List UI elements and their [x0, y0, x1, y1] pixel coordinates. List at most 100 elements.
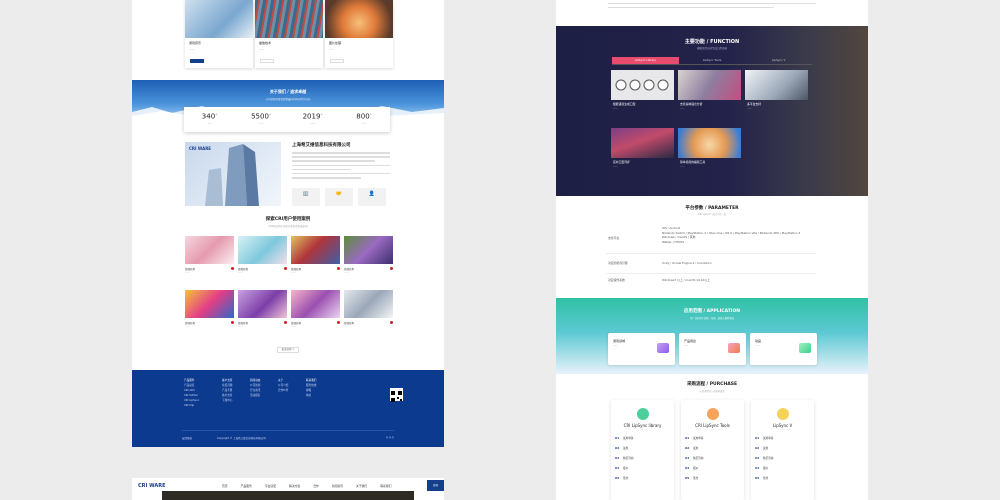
purchase-card[interactable]: CRI LipSync Tools —— 01 试用申请 —— 02 试用 —— 03 购…	[681, 400, 744, 500]
tab-lipsync-v[interactable]: LipSync V	[745, 57, 812, 64]
stat-item: 340+ ——	[201, 112, 218, 126]
feature-desc: ——	[329, 48, 334, 51]
function-tile[interactable]: 多平台支持 ——	[745, 70, 808, 115]
footer-link[interactable]: 产品总览	[184, 384, 194, 387]
footer: 产品服务 产品总览 CRI ADX CRI Sofdec CRI LipSync…	[132, 370, 444, 447]
footer-link[interactable]: CRI Clip	[184, 404, 194, 407]
case-card[interactable]: 游戏名称 ——	[344, 236, 393, 288]
function-tile-title: 实时口型同步	[613, 160, 630, 164]
purchase-step: 05 签约	[685, 476, 699, 480]
case-card[interactable]: 游戏名称 ——	[238, 236, 287, 288]
case-card[interactable]: 游戏名称 ——	[238, 290, 287, 342]
feature-cards: 游戏音乐 —— 播放技术 —— 图片处理 ——	[132, 0, 444, 80]
company-icon-row: 🏢 🤝 👤	[292, 188, 386, 206]
application-card[interactable]: 游戏领域 ——	[608, 333, 675, 365]
case-card[interactable]: 游戏名称 ——	[291, 290, 340, 342]
footer-link[interactable]: 下载中心	[222, 399, 232, 402]
nav-item[interactable]: 首页	[222, 484, 228, 488]
case-card[interactable]: 游戏名称 ——	[291, 236, 340, 288]
case-image	[291, 236, 340, 264]
purchase-title: 采购流程 / PURCHASE	[686, 382, 738, 387]
feature-card[interactable]: 播放技术 ——	[255, 0, 323, 68]
function-tile[interactable]: 支持多种语言分析 ——	[678, 70, 741, 115]
nav-item[interactable]: 关于我们	[356, 484, 367, 488]
function-tile-desc: ——	[613, 107, 618, 110]
tab-lipsync-tools[interactable]: LipSync Tools	[679, 57, 746, 64]
footer-link[interactable]: CRI Sofdec	[184, 394, 198, 397]
footer-link[interactable]: 公司介绍	[278, 384, 288, 387]
footer-link[interactable]: CRI LipSync	[184, 399, 199, 402]
footer-link[interactable]: 合作伙伴	[278, 389, 288, 392]
person-icon[interactable]: 👤	[358, 188, 386, 206]
intro-text-lines	[608, 0, 816, 8]
feature-title: 播放技术	[259, 41, 272, 45]
site-logo[interactable]: CRI WARE	[138, 483, 166, 489]
parameter-key: 对应的游戏引擎	[608, 261, 628, 265]
friend-links[interactable]: 友情链接	[182, 437, 192, 440]
case-sub: ——	[291, 271, 296, 274]
tools-icon	[706, 408, 719, 420]
footer-link[interactable]: 活动报名	[250, 394, 260, 397]
nav-item[interactable]: 合作	[313, 484, 319, 488]
more-cases-button[interactable]: 更多案例 >	[277, 347, 299, 353]
nav-item[interactable]: 新闻资讯	[332, 484, 343, 488]
platform-icon	[390, 321, 393, 324]
footer-link[interactable]: CRI ADX	[184, 389, 195, 392]
footer-link[interactable]: 地址	[306, 394, 311, 397]
consult-button[interactable]: 咨询	[427, 480, 444, 491]
footer-link[interactable]: 产品手册	[222, 389, 232, 392]
social-icons[interactable]: ◎ ◎ ◎	[386, 436, 394, 439]
right-page: 主要功能 / FUNCTION 根据语音自动生成口型动画 LipSync Lib…	[556, 0, 868, 500]
footer-link[interactable]: 常见问题	[222, 384, 232, 387]
parameter-value: iOS / Android Nintendo Switch / PlayStat…	[662, 226, 801, 244]
nav-item[interactable]: 平台适配	[265, 484, 276, 488]
feature-card[interactable]: 图片处理 ——	[325, 0, 393, 68]
feature-card[interactable]: 游戏音乐 ——	[185, 0, 253, 68]
nav-item[interactable]: 产品服务	[241, 484, 252, 488]
application-card-desc: ——	[755, 344, 760, 347]
purchase-card[interactable]: CRI LipSync library —— 01 试用申请 —— 02 试用 —— 0…	[611, 400, 674, 500]
handshake-icon[interactable]: 🤝	[325, 188, 353, 206]
stat-item: 800+ ——	[356, 112, 373, 126]
parameter-title: 平台参数 / PARAMETER	[685, 206, 739, 211]
case-card[interactable]: 游戏名称 ——	[344, 290, 393, 342]
function-section: 主要功能 / FUNCTION 根据语音自动生成口型动画 LipSync Lib…	[556, 26, 868, 196]
application-title: 应用范围 / APPLICATION	[683, 309, 741, 314]
purchase-step: 01 试用申请 ——	[755, 436, 774, 442]
cases-subtitle: CRI中间件在全球众多游戏中被采用	[268, 225, 308, 228]
application-card[interactable]: 产品用途 ——	[679, 333, 746, 365]
building-graphic	[205, 144, 259, 206]
feature-button[interactable]	[330, 59, 344, 63]
case-sub: ——	[238, 325, 243, 328]
footer-link[interactable]: 邮箱	[306, 389, 311, 392]
application-card-title: 游戏领域	[613, 339, 626, 343]
function-tile[interactable]: 实时口型同步 ——	[611, 128, 674, 173]
feature-button[interactable]	[190, 59, 204, 63]
function-tile-title: 多平台支持	[747, 102, 761, 106]
parameter-row: 对应操作系统 Windows7 以上 / macOS 10.12以上	[606, 275, 816, 290]
platform-icon	[284, 267, 287, 270]
case-card[interactable]: 游戏名称 ——	[185, 290, 234, 342]
tab-lipsync-library[interactable]: LipSync Library	[612, 57, 679, 64]
building-icon[interactable]: 🏢	[292, 188, 320, 206]
function-tile[interactable]: 根据语音生成口型 ——	[611, 70, 674, 115]
footer-bottom: 友情链接 Copyright © 上海希艾维信息科技有限公司 ◎ ◎ ◎	[182, 430, 394, 440]
footer-link[interactable]: 公司新闻	[250, 384, 260, 387]
feature-button[interactable]	[260, 59, 274, 63]
application-card[interactable]: 动画 ——	[750, 333, 817, 365]
footer-link[interactable]: 服务热线	[306, 384, 316, 387]
case-card[interactable]: 游戏名称 ——	[185, 236, 234, 288]
case-image	[344, 236, 393, 264]
second-page-hero-image	[162, 491, 414, 500]
nav-item[interactable]: 联系我们	[380, 484, 391, 488]
purchase-card[interactable]: LipSync V —— 01 试用申请 —— 02 试用 —— 03 购买咨询 —— 04…	[751, 400, 814, 500]
nav-item[interactable]: 解决方案	[289, 484, 300, 488]
footer-link[interactable]: 行业资讯	[250, 389, 260, 392]
purchase-step: 05 签约	[615, 476, 629, 480]
platform-icon	[284, 321, 287, 324]
footer-link[interactable]: 技术支持	[222, 394, 232, 397]
purchase-step: 02 试用 ——	[755, 446, 769, 452]
screenshot-canvas: 游戏音乐 —— 播放技术 —— 图片处理 —— 关于我们 / 追求卓越 以为游戏…	[0, 0, 1000, 500]
function-tile[interactable]: 简单易用的编辑工具 ——	[678, 128, 741, 173]
lipsync-v-icon	[776, 408, 789, 420]
